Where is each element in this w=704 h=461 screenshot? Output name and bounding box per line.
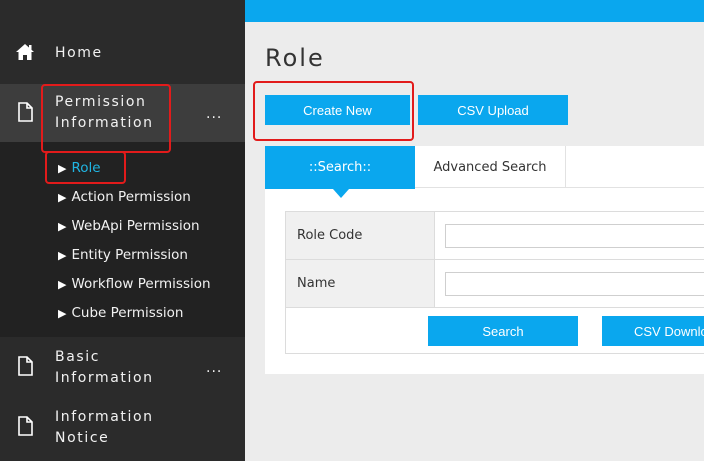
sidebar-subitem-cube-permission[interactable]: ▶ Cube Permission [58, 302, 183, 324]
tab-search[interactable]: ::Search:: [265, 146, 415, 189]
tab-active-indicator [333, 189, 349, 198]
tab-advanced-search[interactable]: Advanced Search [415, 146, 566, 188]
sidebar-item-home[interactable]: Home [0, 30, 245, 76]
document-icon [18, 102, 33, 122]
triangle-right-icon: ▶ [58, 190, 67, 204]
sidebar-item-label-line1: Basic [55, 349, 101, 365]
name-label: Name [286, 260, 435, 307]
search-panel: ::Search:: Advanced Search Role Code Nam… [265, 146, 704, 374]
triangle-right-icon: ▶ [58, 219, 67, 233]
sidebar-subitem-action-permission[interactable]: ▶ Action Permission [58, 186, 191, 208]
page-title: Role [265, 44, 325, 72]
sidebar-item-information-notice[interactable]: Information Notice [0, 407, 245, 457]
sidebar: Home Permission Information ... ▶ Role ▶… [0, 0, 245, 461]
subitem-label: Action Permission [71, 189, 191, 205]
form-row-name: Name [286, 260, 704, 308]
sidebar-item-basic-information[interactable]: Basic Information ... [0, 347, 245, 397]
csv-download-button[interactable]: CSV Downlo [602, 316, 704, 346]
highlight-box-create-new [253, 81, 414, 141]
home-icon [16, 44, 34, 60]
document-icon [18, 416, 33, 436]
sidebar-subitem-webapi-permission[interactable]: ▶ WebApi Permission [58, 215, 200, 237]
subitem-label: Cube Permission [71, 305, 184, 321]
role-code-input[interactable] [445, 224, 704, 248]
role-code-label: Role Code [286, 212, 435, 259]
search-button[interactable]: Search [428, 316, 578, 346]
highlight-box-permission [41, 84, 171, 153]
triangle-right-icon: ▶ [58, 277, 67, 291]
highlight-box-role [45, 151, 126, 184]
sidebar-item-label-line2: Information [55, 370, 154, 386]
triangle-right-icon: ▶ [58, 248, 67, 262]
form-row-role-code: Role Code [286, 212, 704, 260]
sidebar-item-label-line2: Notice [55, 430, 110, 446]
sidebar-item-label-line1: Information [55, 409, 154, 425]
csv-upload-button[interactable]: CSV Upload [418, 95, 568, 125]
more-options-icon[interactable]: ... [206, 106, 222, 122]
sidebar-subitem-entity-permission[interactable]: ▶ Entity Permission [58, 244, 188, 266]
subitem-label: Entity Permission [71, 247, 188, 263]
top-bar [245, 0, 704, 22]
triangle-right-icon: ▶ [58, 306, 67, 320]
subitem-label: Workflow Permission [71, 276, 211, 292]
search-form: Role Code Name Search CSV Downlo [285, 211, 704, 354]
document-icon [18, 356, 33, 376]
subitem-label: WebApi Permission [71, 218, 200, 234]
sidebar-subitem-workflow-permission[interactable]: ▶ Workflow Permission [58, 273, 211, 295]
sidebar-item-label: Home [55, 45, 103, 61]
more-options-icon[interactable]: ... [206, 360, 222, 376]
name-input[interactable] [445, 272, 704, 296]
